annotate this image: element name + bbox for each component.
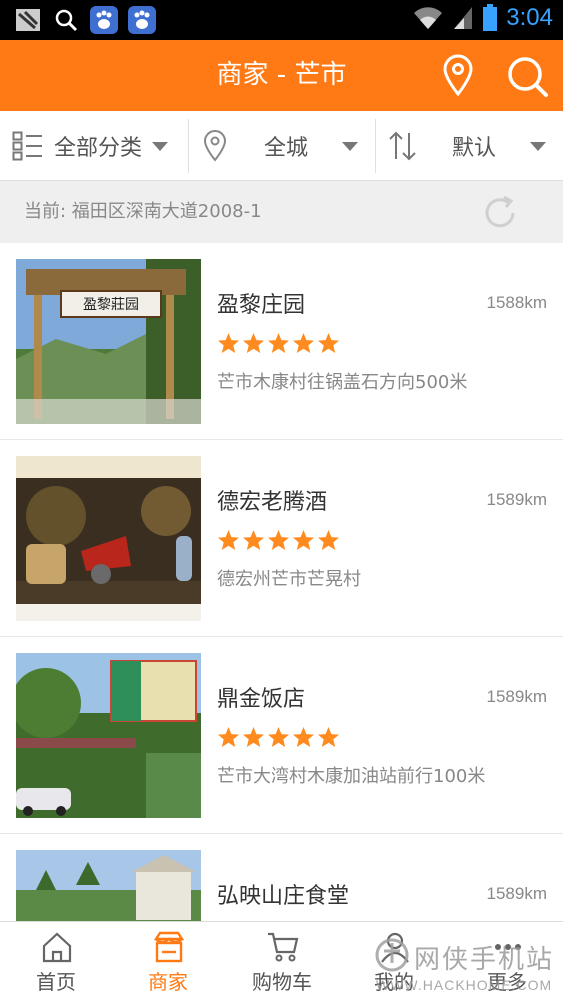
area-filter[interactable]: 全城 xyxy=(202,111,372,181)
shop-icon xyxy=(153,931,185,963)
merchant-list-item[interactable]: 弘映山庄食堂 1589km xyxy=(0,834,563,921)
star-icon xyxy=(292,726,315,748)
battery-icon xyxy=(483,4,498,31)
sort-filter[interactable]: 默认 xyxy=(388,111,556,181)
page-title: 商家 - 芒市 xyxy=(216,60,347,90)
merchant-photo xyxy=(16,850,201,921)
merchant-distance: 1589km xyxy=(486,884,547,903)
merchant-address: 芒市大湾村木康加油站前行100米 xyxy=(217,766,486,787)
star-icon xyxy=(242,332,265,354)
star-icon xyxy=(317,726,340,748)
tab-home[interactable]: 首页 xyxy=(0,922,112,1002)
merchant-name: 鼎金饭店 xyxy=(217,687,306,712)
star-icon xyxy=(267,726,290,748)
tab-label: 首页 xyxy=(36,970,76,994)
location-pin-icon xyxy=(443,54,473,97)
notification-icon xyxy=(14,6,42,34)
watermark-text: 网侠手机站 xyxy=(414,945,555,975)
merchant-list-item[interactable]: 德宏老腾酒 1589km 德宏州芒市芒晃村 xyxy=(0,440,563,637)
category-filter[interactable]: 全部分类 xyxy=(12,111,188,181)
map-location-button[interactable] xyxy=(438,54,478,98)
star-icon xyxy=(217,529,240,551)
refresh-icon xyxy=(485,195,515,228)
current-location-bar: 当前: 福田区深南大道2008-1 xyxy=(0,181,563,243)
baidu-icon xyxy=(90,6,118,34)
merchant-name: 弘映山庄食堂 xyxy=(217,884,350,909)
search-status-icon xyxy=(52,6,80,34)
merchant-distance: 1589km xyxy=(486,490,547,509)
tab-label: 商家 xyxy=(148,970,188,994)
watermark: 网侠手机站 WWW.HACKHOME.COM xyxy=(372,937,557,999)
star-icon xyxy=(242,726,265,748)
baidu-icon xyxy=(128,6,156,34)
star-icon xyxy=(217,726,240,748)
status-time: 3:04 xyxy=(506,4,553,31)
sort-icon xyxy=(389,131,416,161)
star-icon xyxy=(267,529,290,551)
category-filter-label: 全部分类 xyxy=(54,136,143,161)
merchant-address: 芒市木康村往锅盖石方向500米 xyxy=(217,372,468,393)
merchant-distance: 1588km xyxy=(486,293,547,312)
chevron-down-icon xyxy=(530,141,547,151)
cart-icon xyxy=(268,932,299,962)
search-button[interactable] xyxy=(505,54,549,98)
star-icon xyxy=(242,529,265,551)
merchant-list: 盈黎莊园 盈黎庄园 1588km 芒市木康村往锅盖石方向500米 德宏老腾酒 1… xyxy=(0,243,563,921)
merchant-list-item[interactable]: 鼎金饭店 1589km 芒市大湾村木康加油站前行100米 xyxy=(0,637,563,834)
app-header: 商家 - 芒市 xyxy=(0,40,563,111)
home-icon xyxy=(42,932,72,963)
tab-cart[interactable]: 购物车 xyxy=(226,922,338,1002)
merchant-list-item[interactable]: 盈黎莊园 盈黎庄园 1588km 芒市木康村往锅盖石方向500米 xyxy=(0,243,563,440)
merchant-name: 盈黎庄园 xyxy=(217,293,306,318)
rating-stars xyxy=(217,726,340,748)
watermark-url: WWW.HACKHOME.COM xyxy=(376,977,553,993)
star-icon xyxy=(292,332,315,354)
tab-shops[interactable]: 商家 xyxy=(112,922,224,1002)
merchant-address: 德宏州芒市芒晃村 xyxy=(217,569,361,590)
merchant-distance: 1589km xyxy=(486,687,547,706)
filter-bar: 全部分类 全城 默认 xyxy=(0,111,563,181)
current-location-text: 当前: 福田区深南大道2008-1 xyxy=(24,201,262,222)
merchant-photo xyxy=(16,653,201,818)
merchant-photo: 盈黎莊园 xyxy=(16,259,201,424)
merchant-photo xyxy=(16,456,201,621)
bottom-tab-bar: 首页 商家 购物车 我的 更多 网侠手机站 WWW.HACKHOME.COM xyxy=(0,921,563,1002)
signal-icon xyxy=(454,7,473,29)
tab-label: 购物车 xyxy=(252,970,312,994)
watermark-logo-icon xyxy=(375,938,409,972)
rating-stars xyxy=(217,332,340,354)
refresh-location-button[interactable] xyxy=(480,193,520,233)
divider xyxy=(188,119,189,173)
star-icon xyxy=(292,529,315,551)
star-icon xyxy=(217,332,240,354)
star-icon xyxy=(317,529,340,551)
category-list-icon xyxy=(12,131,42,161)
search-icon xyxy=(508,57,548,97)
chevron-down-icon xyxy=(342,141,359,151)
wifi-icon xyxy=(414,7,443,30)
divider xyxy=(375,119,376,173)
status-bar: 3:04 xyxy=(0,0,563,40)
rating-stars xyxy=(217,529,340,551)
location-pin-icon xyxy=(203,130,227,162)
star-icon xyxy=(267,332,290,354)
area-filter-label: 全城 xyxy=(264,136,309,161)
chevron-down-icon xyxy=(152,141,169,151)
sort-filter-label: 默认 xyxy=(452,136,497,161)
merchant-name: 德宏老腾酒 xyxy=(217,490,328,515)
star-icon xyxy=(317,332,340,354)
svg-text:盈黎莊园: 盈黎莊园 xyxy=(83,297,139,313)
